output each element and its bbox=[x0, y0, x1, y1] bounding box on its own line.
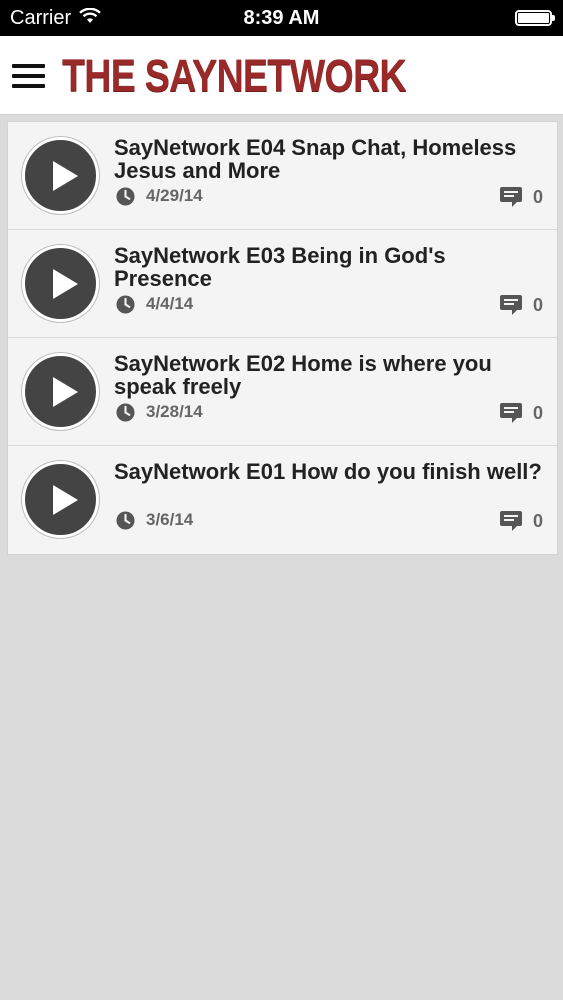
episode-title: SayNetwork E04 Snap Chat, Homeless Jesus… bbox=[114, 135, 517, 183]
hamburger-menu-icon[interactable] bbox=[12, 64, 45, 88]
clock-icon bbox=[116, 294, 135, 314]
episode-date-text: 4/4/14 bbox=[146, 294, 194, 313]
episode-item[interactable]: SayNetwork E01 How do you finish well? 3… bbox=[8, 446, 557, 554]
comment-bubble-icon bbox=[499, 511, 522, 531]
comment-count-text: 0 bbox=[532, 402, 543, 423]
comment-count-text: 0 bbox=[532, 186, 543, 207]
episode-title: SayNetwork E01 How do you finish well? bbox=[114, 459, 542, 484]
episode-item[interactable]: SayNetwork E02 Home is where you speak f… bbox=[8, 338, 557, 446]
episode-title: SayNetwork E02 Home is where you speak f… bbox=[114, 351, 492, 399]
play-button[interactable] bbox=[22, 353, 99, 430]
play-button[interactable] bbox=[22, 245, 99, 322]
episode-date: 4/4/14 bbox=[116, 294, 193, 314]
app-header: THE SAYNETWORK bbox=[0, 36, 563, 115]
comment-count-text: 0 bbox=[532, 294, 543, 315]
clock-icon bbox=[116, 402, 135, 422]
comment-count[interactable]: 0 bbox=[499, 510, 543, 532]
episode-item[interactable]: SayNetwork E04 Snap Chat, Homeless Jesus… bbox=[8, 122, 557, 230]
episode-date: 3/28/14 bbox=[116, 402, 203, 422]
comment-count[interactable]: 0 bbox=[499, 294, 543, 316]
episode-list: SayNetwork E04 Snap Chat, Homeless Jesus… bbox=[7, 121, 558, 555]
episode-date: 4/29/14 bbox=[116, 186, 203, 206]
episode-title: SayNetwork E03 Being in God's Presence bbox=[114, 243, 446, 291]
comment-count[interactable]: 0 bbox=[499, 402, 543, 424]
episode-date: 3/6/14 bbox=[116, 510, 193, 530]
episode-date-text: 3/28/14 bbox=[146, 402, 203, 421]
comment-count[interactable]: 0 bbox=[499, 186, 543, 208]
play-icon bbox=[53, 377, 78, 407]
play-button[interactable] bbox=[22, 461, 99, 538]
clock-icon bbox=[116, 510, 135, 530]
status-bar: Carrier 8:39 AM bbox=[0, 0, 563, 36]
comment-count-text: 0 bbox=[532, 510, 543, 531]
comment-bubble-icon bbox=[499, 187, 522, 207]
play-icon bbox=[53, 161, 78, 191]
status-time: 8:39 AM bbox=[243, 7, 320, 29]
play-button[interactable] bbox=[22, 137, 99, 214]
episode-date-text: 3/6/14 bbox=[146, 510, 194, 529]
episode-date-text: 4/29/14 bbox=[146, 186, 203, 205]
comment-bubble-icon bbox=[499, 403, 522, 423]
app-logo: THE SAYNETWORK bbox=[62, 50, 407, 101]
play-icon bbox=[53, 485, 78, 515]
comment-bubble-icon bbox=[499, 295, 522, 315]
episode-item[interactable]: SayNetwork E03 Being in God's Presence 4… bbox=[8, 230, 557, 338]
battery-icon bbox=[515, 10, 555, 26]
clock-icon bbox=[116, 186, 135, 206]
play-icon bbox=[53, 269, 78, 299]
